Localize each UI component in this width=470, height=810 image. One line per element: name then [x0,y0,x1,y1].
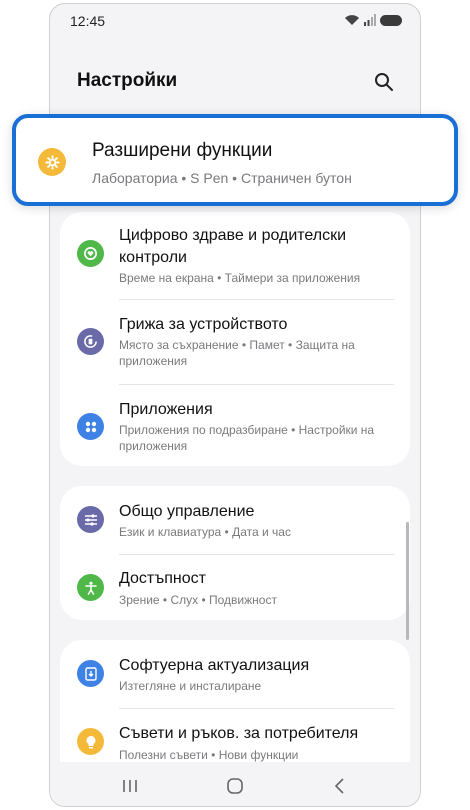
divider [119,554,394,555]
status-icons [344,14,402,26]
menu-item-tips[interactable]: Съвети и ръков. за потребителя Полезни с… [60,710,410,770]
menu-item-apps[interactable]: Приложения Приложения по подразбиране • … [60,388,410,466]
menu-item-subtitle: Зрение • Слух • Подвижност [119,593,277,607]
tips-icon [77,728,104,755]
menu-item-subtitle: Полезни съвети • Нови функции [119,748,299,762]
divider [119,299,394,300]
menu-item-device-care[interactable]: Грижа за устройството Място за съхранени… [60,303,410,381]
recent-apps-button[interactable] [116,774,144,798]
menu-item-title: Цифрово здраве и родителски контроли [119,227,347,266]
menu-item-general-management[interactable]: Общо управление Език и клавиатура • Дата… [60,486,410,552]
menu-item-accessibility[interactable]: Достъпност Зрение • Слух • Подвижност [60,556,410,620]
menu-item-subtitle: Изтегляне и инсталиране [119,679,262,693]
settings-group-1: Цифрово здраве и родителски контроли Вре… [60,212,410,466]
home-icon [227,778,243,794]
accessibility-icon [77,574,104,601]
back-icon [334,778,344,794]
menu-item-subtitle: Място за съхранение • Памет • Защита на … [119,338,355,368]
software-update-icon [77,660,104,687]
advanced-features-icon [38,148,66,176]
wifi-icon [345,15,359,25]
signal-icon [364,14,376,26]
divider [119,384,394,385]
recent-apps-icon [123,780,137,792]
settings-group-2: Общо управление Език и клавиатура • Дата… [60,486,410,620]
search-icon [375,73,393,91]
menu-item-title: Софтуерна актуализация [119,657,310,674]
navigation-bar [50,762,420,806]
scrollbar[interactable] [406,522,409,640]
search-button[interactable] [370,68,398,96]
advanced-features-title: Разширени функции [92,140,273,161]
sliders-icon [77,506,104,533]
digital-wellbeing-icon [77,240,104,267]
home-button[interactable] [221,774,249,798]
menu-item-title: Грижа за устройството [119,316,288,333]
menu-item-title: Общо управление [119,503,255,520]
menu-item-title: Съвети и ръков. за потребителя [119,725,359,742]
page-title: Настройки [77,70,178,91]
menu-item-advanced-features[interactable]: Разширени функции Лабораториа • S Pen • … [12,114,458,206]
divider [119,708,394,709]
menu-item-subtitle: Език и клавиатура • Дата и час [119,525,291,539]
menu-item-subtitle: Приложения по подразбиране • Настройки н… [119,423,375,453]
status-bar: 12:45 [50,4,420,38]
menu-item-software-update[interactable]: Софтуерна актуализация Изтегляне и инста… [60,640,410,706]
menu-item-subtitle: Време на екрана • Таймери за приложения [119,271,361,285]
device-care-icon [77,328,104,355]
menu-item-title: Достъпност [119,570,206,587]
apps-icon [77,413,104,440]
back-button[interactable] [326,774,354,798]
status-time: 12:45 [70,13,106,29]
menu-item-digital-wellbeing[interactable]: Цифрово здраве и родителски контроли Вре… [60,212,410,294]
menu-item-title: Приложения [119,401,213,418]
battery-icon [380,14,402,26]
advanced-features-subtitle: Лабораториа • S Pen • Страничен бутон [92,170,352,186]
